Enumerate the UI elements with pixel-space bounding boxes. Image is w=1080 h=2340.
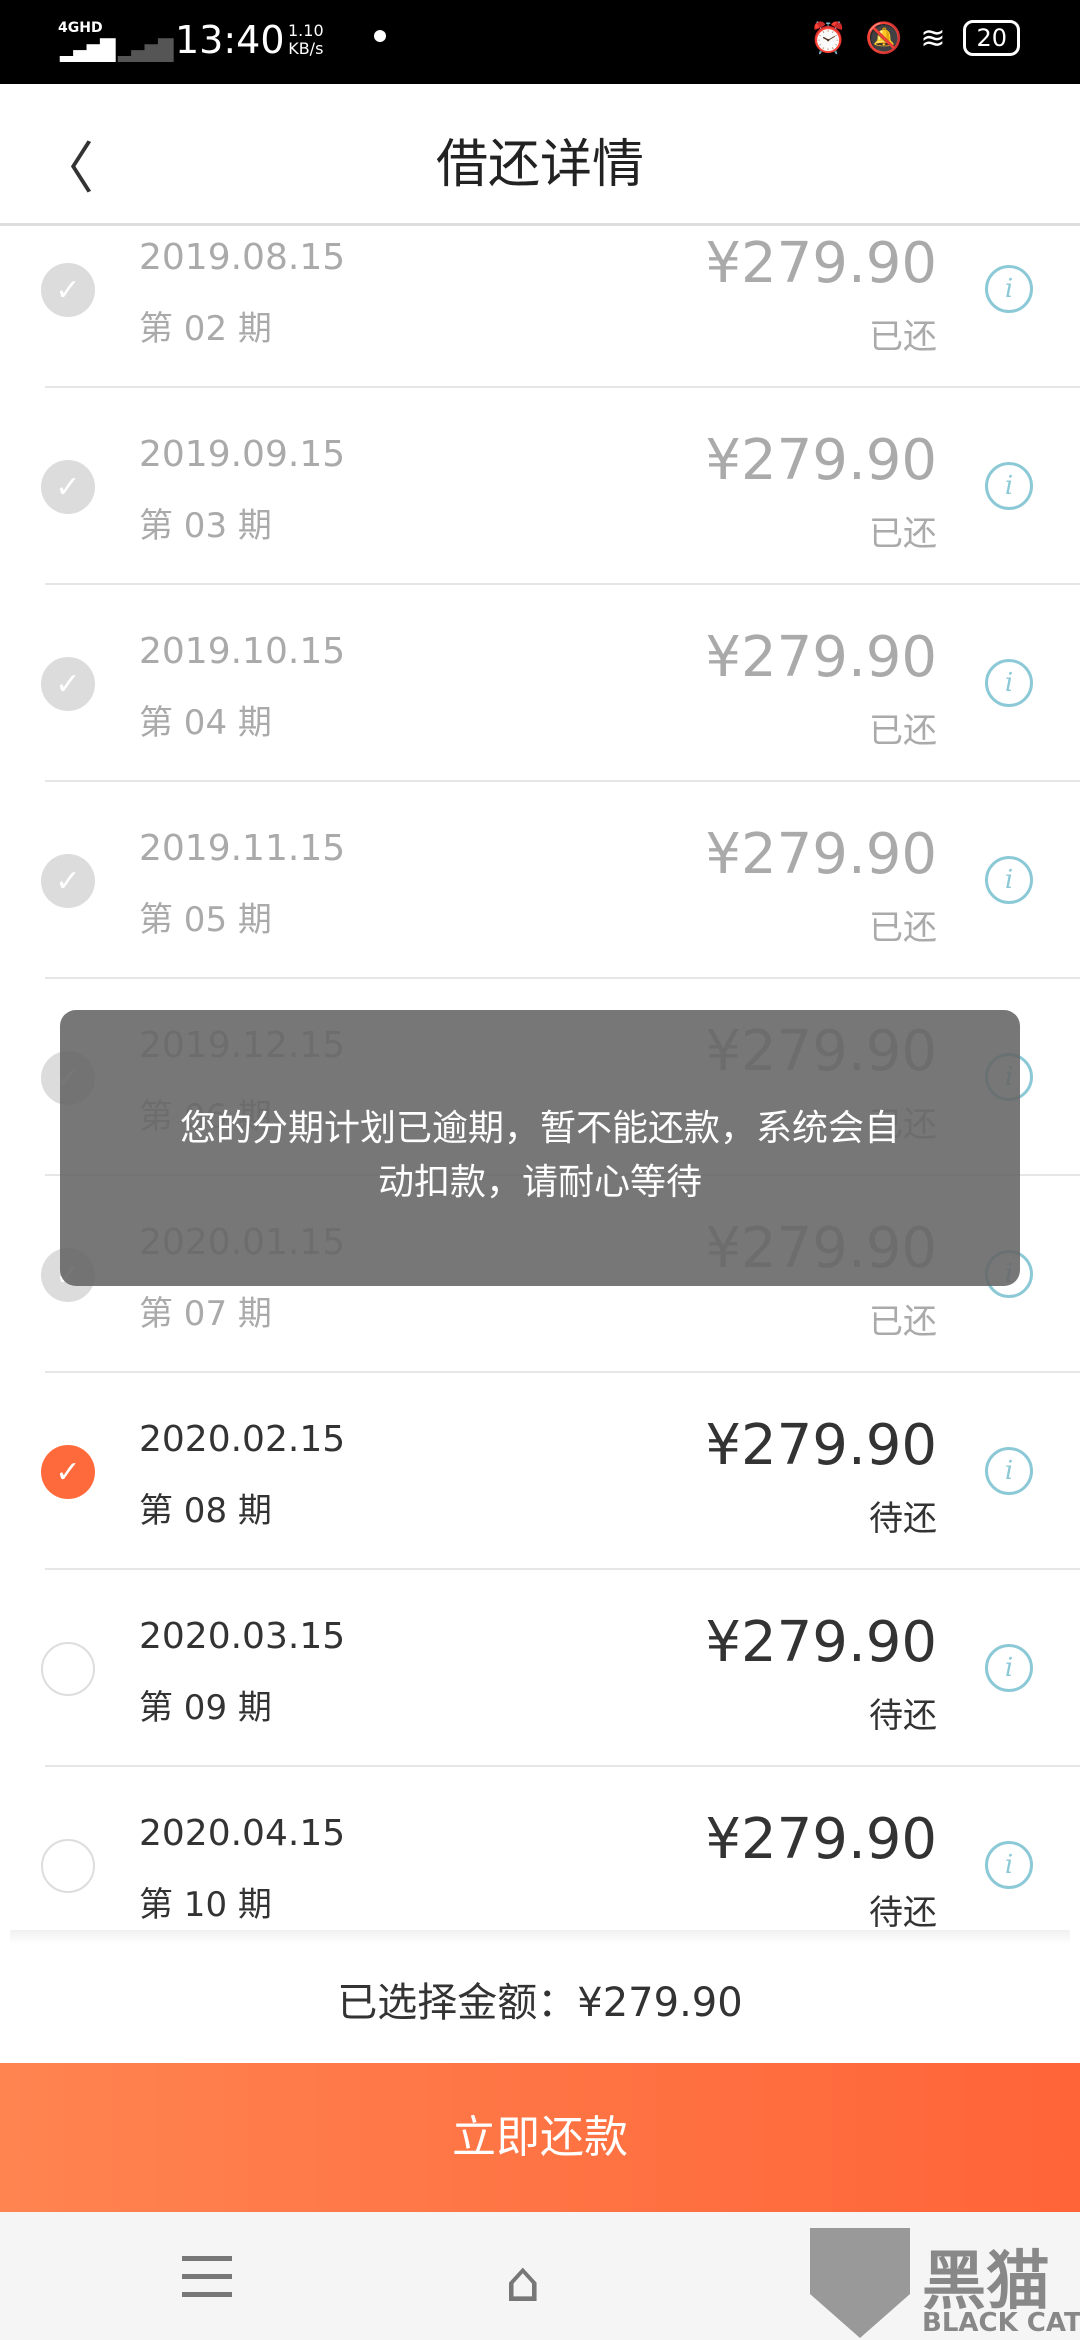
system-nav-bar: ⌂: [0, 2212, 1080, 2340]
due-date: 2020.03.15: [139, 1616, 346, 1657]
repay-status: 已还: [869, 317, 937, 357]
amount: ¥279.90: [705, 1413, 937, 1478]
period-label: 第 07 期: [139, 1294, 272, 1334]
speed-value: 1.10: [288, 21, 324, 40]
list-divider: [10, 1930, 1070, 1944]
network-speed: 1.10 KB/s: [288, 22, 324, 58]
period-label: 第 10 期: [139, 1885, 272, 1925]
checkbox[interactable]: ✓: [41, 1445, 95, 1499]
due-date: 2019.10.15: [139, 631, 346, 672]
repay-now-button[interactable]: 立即还款: [0, 2063, 1080, 2212]
info-icon[interactable]: i: [985, 1644, 1033, 1692]
info-icon[interactable]: i: [985, 462, 1033, 510]
installment-row[interactable]: 2020.04.15 第 10 期 ¥279.90 待还 i: [41, 1767, 1080, 1942]
repay-status: 待还: [869, 1893, 937, 1933]
installment-row[interactable]: ✓ 2019.08.15 第 02 期 ¥279.90 已还 i: [41, 226, 1080, 388]
checkbox[interactable]: ✓: [41, 460, 95, 514]
signal-icon: ▂▄▆█: [60, 38, 116, 62]
amount: ¥279.90: [705, 1610, 937, 1675]
alarm-icon: ⏰: [809, 20, 847, 56]
battery-icon: 20: [963, 20, 1020, 56]
amount: ¥279.90: [705, 1807, 937, 1872]
clock: 13:40: [175, 18, 285, 62]
mute-bell-icon: 🔕: [864, 20, 903, 56]
info-icon[interactable]: i: [985, 659, 1033, 707]
repay-status: 已还: [869, 711, 937, 751]
checkbox[interactable]: ✓: [41, 854, 95, 908]
repay-status: 待还: [869, 1696, 937, 1736]
checkbox[interactable]: ✓: [41, 263, 95, 317]
speed-unit: KB/s: [288, 39, 324, 58]
installment-row[interactable]: ✓ 2019.09.15 第 03 期 ¥279.90 已还 i: [41, 388, 1080, 585]
period-label: 第 04 期: [139, 703, 272, 743]
selected-amount: 已选择金额：¥279.90: [337, 1980, 743, 2026]
period-label: 第 09 期: [139, 1688, 272, 1728]
status-bar: 4GHD ▂▄▆█ ▂▄▆█ 13:40 1.10 KB/s ⏰ 🔕 ≋ 20: [0, 0, 1080, 84]
checkbox[interactable]: [41, 1642, 95, 1696]
due-date: 2019.11.15: [139, 828, 346, 869]
toast-message: 您的分期计划已逾期，暂不能还款，系统会自动扣款，请耐心等待: [60, 1010, 1020, 1286]
watermark-en: BLACK CAT: [922, 2308, 1080, 2338]
header: 〈 借还详情: [0, 84, 1080, 226]
repay-status: 已还: [869, 908, 937, 948]
amount: ¥279.90: [705, 428, 937, 493]
home-icon[interactable]: ⌂: [505, 2250, 541, 2315]
period-label: 第 02 期: [139, 309, 272, 349]
due-date: 2020.02.15: [139, 1419, 346, 1460]
wifi-icon: ≋: [920, 20, 946, 56]
checkbox[interactable]: ✓: [41, 657, 95, 711]
menu-icon[interactable]: [182, 2256, 232, 2310]
amount: ¥279.90: [705, 231, 937, 296]
installment-row[interactable]: ✓ 2019.11.15 第 05 期 ¥279.90 已还 i: [41, 782, 1080, 979]
info-icon[interactable]: i: [985, 856, 1033, 904]
info-icon[interactable]: i: [985, 1447, 1033, 1495]
due-date: 2020.04.15: [139, 1813, 346, 1854]
repay-status: 待还: [869, 1499, 937, 1539]
repay-status: 已还: [869, 514, 937, 554]
installment-row[interactable]: ✓ 2020.02.15 第 08 期 ¥279.90 待还 i: [41, 1373, 1080, 1570]
repay-status: 已还: [869, 1302, 937, 1342]
installment-row[interactable]: 2020.03.15 第 09 期 ¥279.90 待还 i: [41, 1570, 1080, 1767]
signal-2-icon: ▂▄▆█: [118, 38, 174, 62]
period-label: 第 05 期: [139, 900, 272, 940]
amount: ¥279.90: [705, 822, 937, 887]
period-label: 第 03 期: [139, 506, 272, 546]
due-date: 2019.08.15: [139, 237, 346, 278]
network-type: 4GHD: [58, 20, 103, 36]
installment-row[interactable]: ✓ 2019.10.15 第 04 期 ¥279.90 已还 i: [41, 585, 1080, 782]
due-date: 2019.09.15: [139, 434, 346, 475]
amount: ¥279.90: [705, 625, 937, 690]
checkbox[interactable]: [41, 1839, 95, 1893]
info-icon[interactable]: i: [985, 1841, 1033, 1889]
notification-dot-icon: [374, 30, 386, 42]
page-title: 借还详情: [435, 135, 644, 195]
period-label: 第 08 期: [139, 1491, 272, 1531]
info-icon[interactable]: i: [985, 265, 1033, 313]
